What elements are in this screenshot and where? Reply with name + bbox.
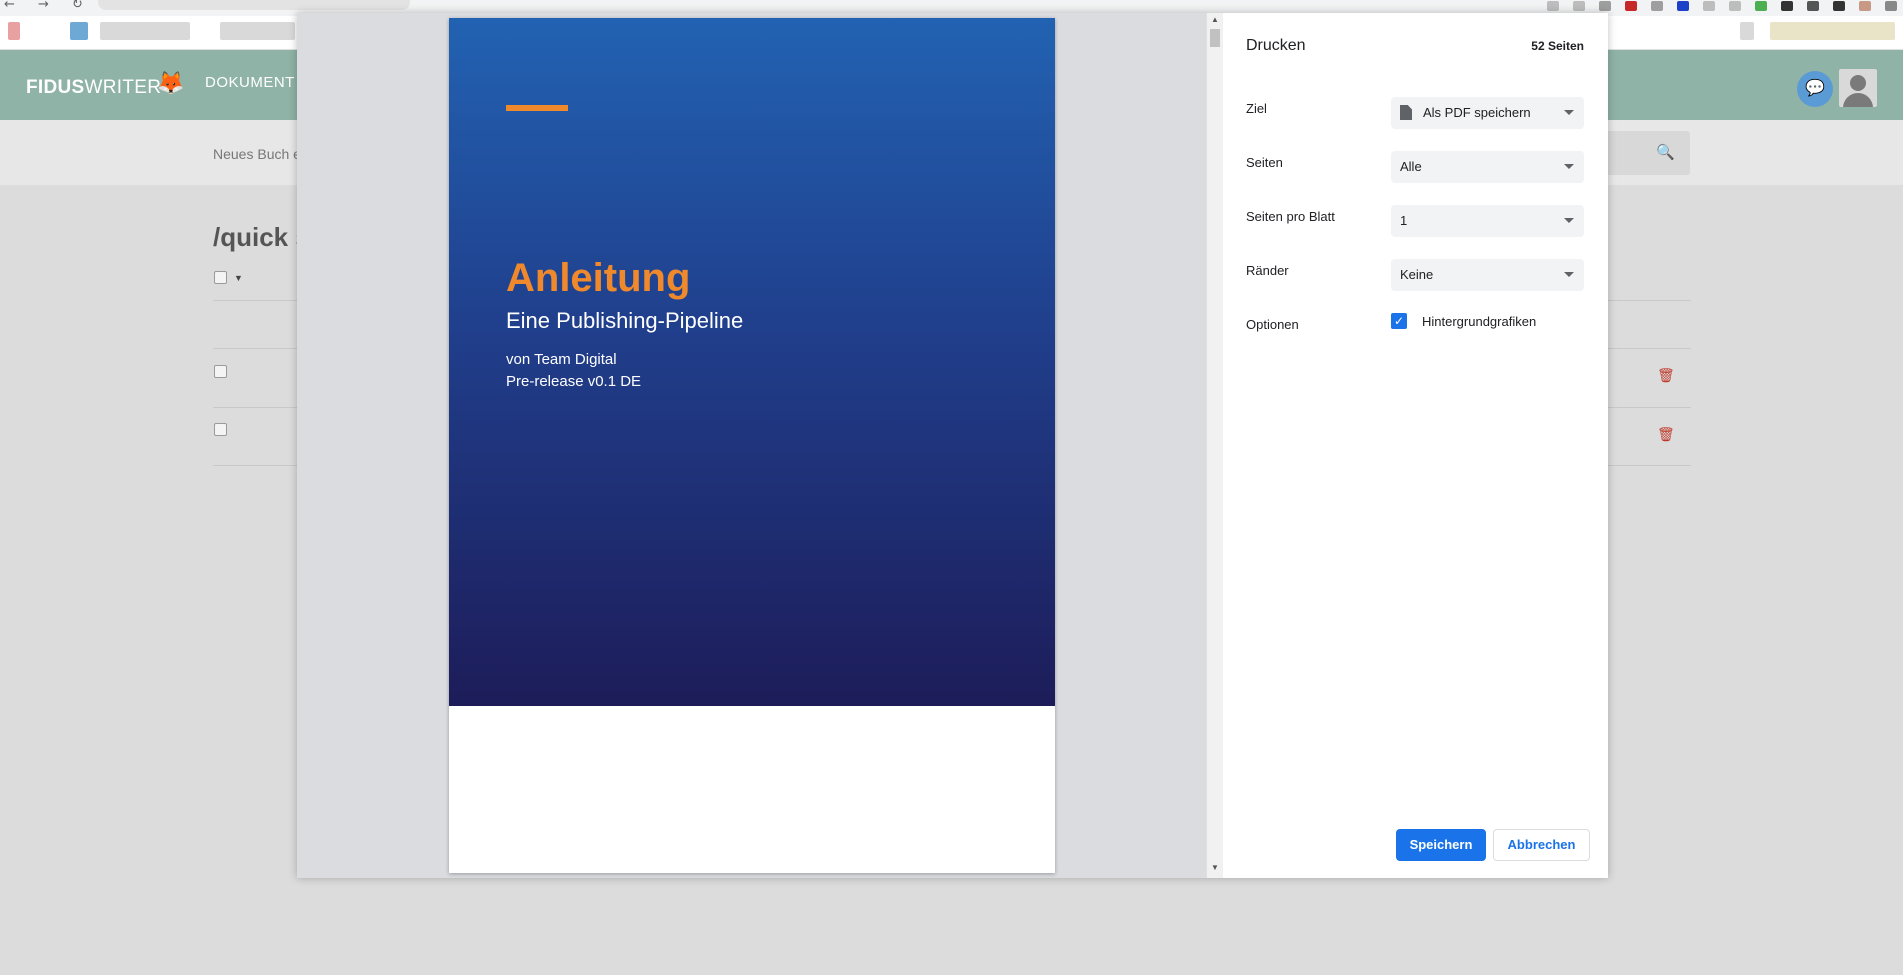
bookmark-item[interactable]: [8, 22, 20, 40]
scroll-thumb[interactable]: [1210, 29, 1220, 47]
print-preview-area: Anleitung Eine Publishing-Pipeline von T…: [297, 13, 1206, 878]
dropdown-arrow-icon: [1564, 164, 1574, 169]
preview-page: Anleitung Eine Publishing-Pipeline von T…: [449, 18, 1055, 873]
pages-label: Seiten: [1246, 155, 1283, 170]
avatar-body-icon: [1843, 93, 1873, 107]
new-book-button[interactable]: Neues Buch e: [213, 146, 301, 162]
print-dialog: Anleitung Eine Publishing-Pipeline von T…: [297, 13, 1608, 878]
chat-icon[interactable]: 💬: [1797, 71, 1833, 107]
address-bar[interactable]: [98, 0, 410, 10]
extensions-area: [1547, 0, 1903, 12]
pages-value: Alle: [1400, 159, 1422, 174]
extension-icon[interactable]: [1729, 1, 1741, 11]
pages-per-sheet-value: 1: [1400, 213, 1408, 228]
margins-value: Keine: [1400, 267, 1434, 282]
avatar-head-icon: [1850, 75, 1866, 91]
app-logo[interactable]: FIDUSWRITER: [26, 77, 161, 99]
bookmark-item[interactable]: [100, 22, 190, 40]
preview-scrollbar[interactable]: ▲ ▼: [1206, 13, 1223, 878]
cover-title: Anleitung: [506, 256, 691, 300]
nav-item-documents[interactable]: DOKUMENT: [205, 74, 295, 91]
page-title: /quick s: [213, 222, 310, 252]
logo-bold-text: FIDUS: [26, 77, 85, 98]
save-button[interactable]: Speichern: [1396, 829, 1486, 861]
document-icon: [1400, 105, 1412, 120]
print-icon[interactable]: [1547, 1, 1559, 11]
logo-light-text: WRITER: [84, 77, 162, 98]
bookmark-item[interactable]: [70, 22, 88, 40]
background-graphics-label[interactable]: Hintergrundgrafiken: [1422, 314, 1536, 329]
extension-icon[interactable]: [1703, 1, 1715, 11]
pages-per-sheet-label: Seiten pro Blatt: [1246, 209, 1335, 224]
page-count: 52 Seiten: [1531, 39, 1584, 53]
profile-icon[interactable]: [1859, 1, 1871, 11]
trash-icon[interactable]: 🗑: [1657, 368, 1675, 384]
bookmark-item[interactable]: [1770, 22, 1895, 40]
cover-author: von Team Digital: [506, 351, 617, 368]
cancel-button[interactable]: Abbrechen: [1493, 829, 1590, 861]
window-icon[interactable]: [1833, 1, 1845, 11]
cover-version: Pre-release v0.1 DE: [506, 373, 642, 390]
chevron-down-icon[interactable]: ▼: [234, 273, 243, 283]
extension-icon[interactable]: [1625, 1, 1637, 11]
scroll-up-icon[interactable]: ▲: [1211, 15, 1219, 24]
reload-icon[interactable]: ↻: [72, 0, 83, 12]
row-checkbox[interactable]: [214, 365, 227, 378]
share-icon[interactable]: [1573, 1, 1585, 11]
dialog-title: Drucken: [1246, 37, 1306, 54]
cover-accent-bar: [506, 105, 568, 111]
print-settings-panel: Drucken 52 Seiten Ziel Als PDF speichern…: [1223, 13, 1608, 878]
pages-per-sheet-select[interactable]: 1: [1391, 205, 1584, 237]
back-icon[interactable]: ←: [4, 0, 15, 12]
star-icon[interactable]: [1599, 1, 1611, 11]
destination-label: Ziel: [1246, 101, 1267, 116]
avatar[interactable]: [1839, 69, 1877, 107]
select-all-checkbox[interactable]: [214, 271, 227, 284]
scroll-down-icon[interactable]: ▼: [1211, 863, 1219, 872]
forward-icon[interactable]: →: [38, 0, 49, 12]
dropdown-arrow-icon: [1564, 272, 1574, 277]
search-input[interactable]: 🔍: [1600, 131, 1690, 175]
cover-subtitle: Eine Publishing-Pipeline: [506, 308, 744, 333]
menu-icon[interactable]: [1885, 1, 1897, 11]
puzzle-icon[interactable]: [1781, 1, 1793, 11]
bookmark-item[interactable]: [1740, 22, 1754, 40]
extension-icon[interactable]: [1755, 1, 1767, 11]
media-icon[interactable]: [1807, 1, 1819, 11]
destination-select[interactable]: Als PDF speichern: [1391, 97, 1584, 129]
row-checkbox[interactable]: [214, 423, 227, 436]
background-graphics-checkbox[interactable]: ✓: [1391, 313, 1407, 329]
dropdown-arrow-icon: [1564, 110, 1574, 115]
dropdown-arrow-icon: [1564, 218, 1574, 223]
extension-icon[interactable]: [1651, 1, 1663, 11]
extension-icon[interactable]: [1677, 1, 1689, 11]
options-label: Optionen: [1246, 317, 1299, 332]
fox-logo-icon: 🦊: [157, 70, 185, 95]
pages-select[interactable]: Alle: [1391, 151, 1584, 183]
margins-select[interactable]: Keine: [1391, 259, 1584, 291]
margins-label: Ränder: [1246, 263, 1289, 278]
destination-value: Als PDF speichern: [1423, 105, 1531, 120]
cover-background: Anleitung Eine Publishing-Pipeline von T…: [449, 18, 1055, 706]
trash-icon[interactable]: 🗑: [1657, 427, 1675, 443]
search-icon: 🔍: [1656, 143, 1675, 161]
bookmark-item[interactable]: [220, 22, 295, 40]
